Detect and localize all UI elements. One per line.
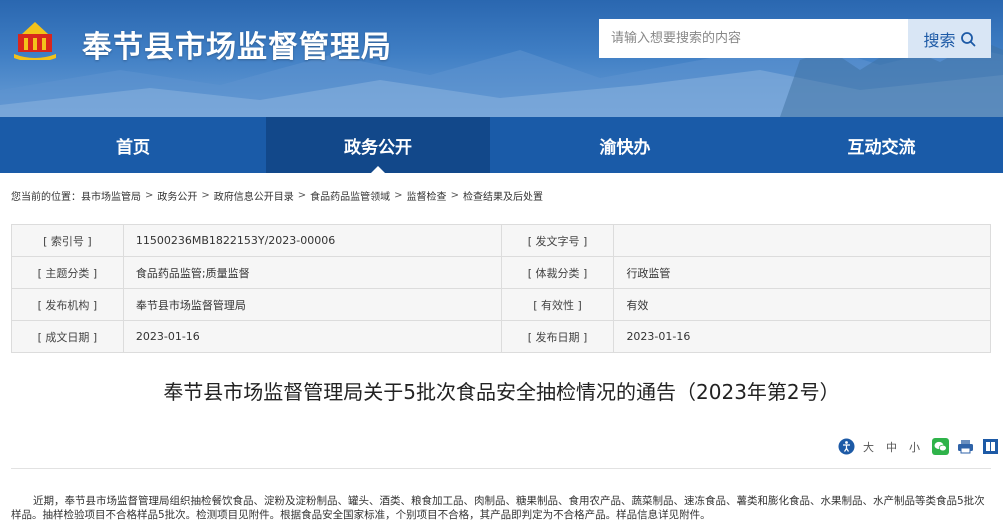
accessibility-icon[interactable] — [838, 438, 855, 455]
info-label: [ 主题分类 ] — [11, 256, 124, 289]
font-size-large-button[interactable]: 大 — [863, 439, 874, 455]
breadcrumb-separator: > — [450, 190, 459, 201]
nav-item-home[interactable]: 首页 — [0, 117, 266, 173]
breadcrumb-link[interactable]: 监督检查 — [407, 188, 447, 203]
breadcrumb-link[interactable]: 县市场监管局 — [81, 188, 141, 203]
breadcrumb-prefix: 您当前的位置： — [11, 192, 81, 203]
site-header: 奉节县市场监督管理局 搜索 — [0, 0, 1003, 117]
site-title: 奉节县市场监督管理局 — [82, 30, 392, 65]
info-value: 食品药品监管;质量监督 — [122, 256, 502, 289]
bookmark-icon[interactable] — [982, 438, 999, 455]
breadcrumb-link[interactable]: 政府信息公开目录 — [214, 188, 294, 203]
info-label: [ 发文字号 ] — [500, 224, 615, 257]
document-body: 近期，奉节县市场监督管理局组织抽检餐饮食品、淀粉及淀粉制品、罐头、酒类、粮食加工… — [11, 495, 985, 521]
info-label: [ 有效性 ] — [500, 288, 615, 321]
info-label: [ 发布机构 ] — [11, 288, 124, 321]
print-icon[interactable] — [957, 438, 974, 455]
search-input[interactable] — [599, 19, 908, 58]
info-label: [ 体裁分类 ] — [500, 256, 615, 289]
search-button-label: 搜索 — [923, 30, 956, 50]
table-row: [ 发布机构 ] 奉节县市场监督管理局 [ 有效性 ] 有效 — [11, 288, 991, 321]
article-tools: 大 中 小 — [838, 438, 999, 455]
table-row: [ 主题分类 ] 食品药品监管;质量监督 [ 体裁分类 ] 行政监管 — [11, 256, 991, 289]
breadcrumb: 您当前的位置： 县市场监管局 > 政务公开 > 政府信息公开目录 > 食品药品监… — [11, 188, 543, 203]
breadcrumb-link[interactable]: 食品药品监管领域 — [310, 188, 390, 203]
search-icon — [960, 31, 975, 46]
search-button[interactable]: 搜索 — [908, 19, 991, 58]
font-size-medium-button[interactable]: 中 — [886, 439, 897, 455]
font-size-small-button[interactable]: 小 — [909, 439, 920, 455]
nav-item-interaction[interactable]: 互动交流 — [760, 117, 1003, 173]
government-emblem-icon — [14, 22, 56, 60]
info-label: [ 发布日期 ] — [500, 320, 615, 353]
breadcrumb-separator: > — [394, 190, 403, 201]
table-row: [ 索引号 ] 11500236MB1822153Y/2023-00006 [ … — [11, 224, 991, 257]
breadcrumb-link[interactable]: 检查结果及后处置 — [463, 188, 543, 203]
breadcrumb-separator: > — [297, 190, 307, 201]
info-value: 行政监管 — [613, 256, 991, 289]
wechat-share-icon[interactable] — [932, 438, 949, 455]
nav-item-yukuaiban[interactable]: 渝快办 — [490, 117, 760, 173]
breadcrumb-separator: > — [201, 190, 210, 201]
document-info-table: [ 索引号 ] 11500236MB1822153Y/2023-00006 [ … — [11, 224, 991, 353]
info-value: 11500236MB1822153Y/2023-00006 — [122, 224, 502, 257]
table-row: [ 成文日期 ] 2023-01-16 [ 发布日期 ] 2023-01-16 — [11, 320, 991, 353]
divider — [11, 468, 991, 469]
info-value: 有效 — [613, 288, 991, 321]
breadcrumb-separator: > — [145, 190, 154, 201]
breadcrumb-link[interactable]: 政务公开 — [157, 188, 197, 203]
info-value: 2023-01-16 — [613, 320, 991, 353]
document-title: 奉节县市场监督管理局关于5批次食品安全抽检情况的通告（2023年第2号） — [163, 380, 840, 404]
main-nav: 首页 政务公开 渝快办 互动交流 — [0, 117, 1003, 173]
nav-item-government-affairs[interactable]: 政务公开 — [266, 117, 490, 173]
info-value — [613, 224, 991, 257]
info-label: [ 索引号 ] — [11, 224, 124, 257]
info-value: 2023-01-16 — [122, 320, 502, 353]
info-value: 奉节县市场监督管理局 — [122, 288, 502, 321]
info-label: [ 成文日期 ] — [11, 320, 124, 353]
